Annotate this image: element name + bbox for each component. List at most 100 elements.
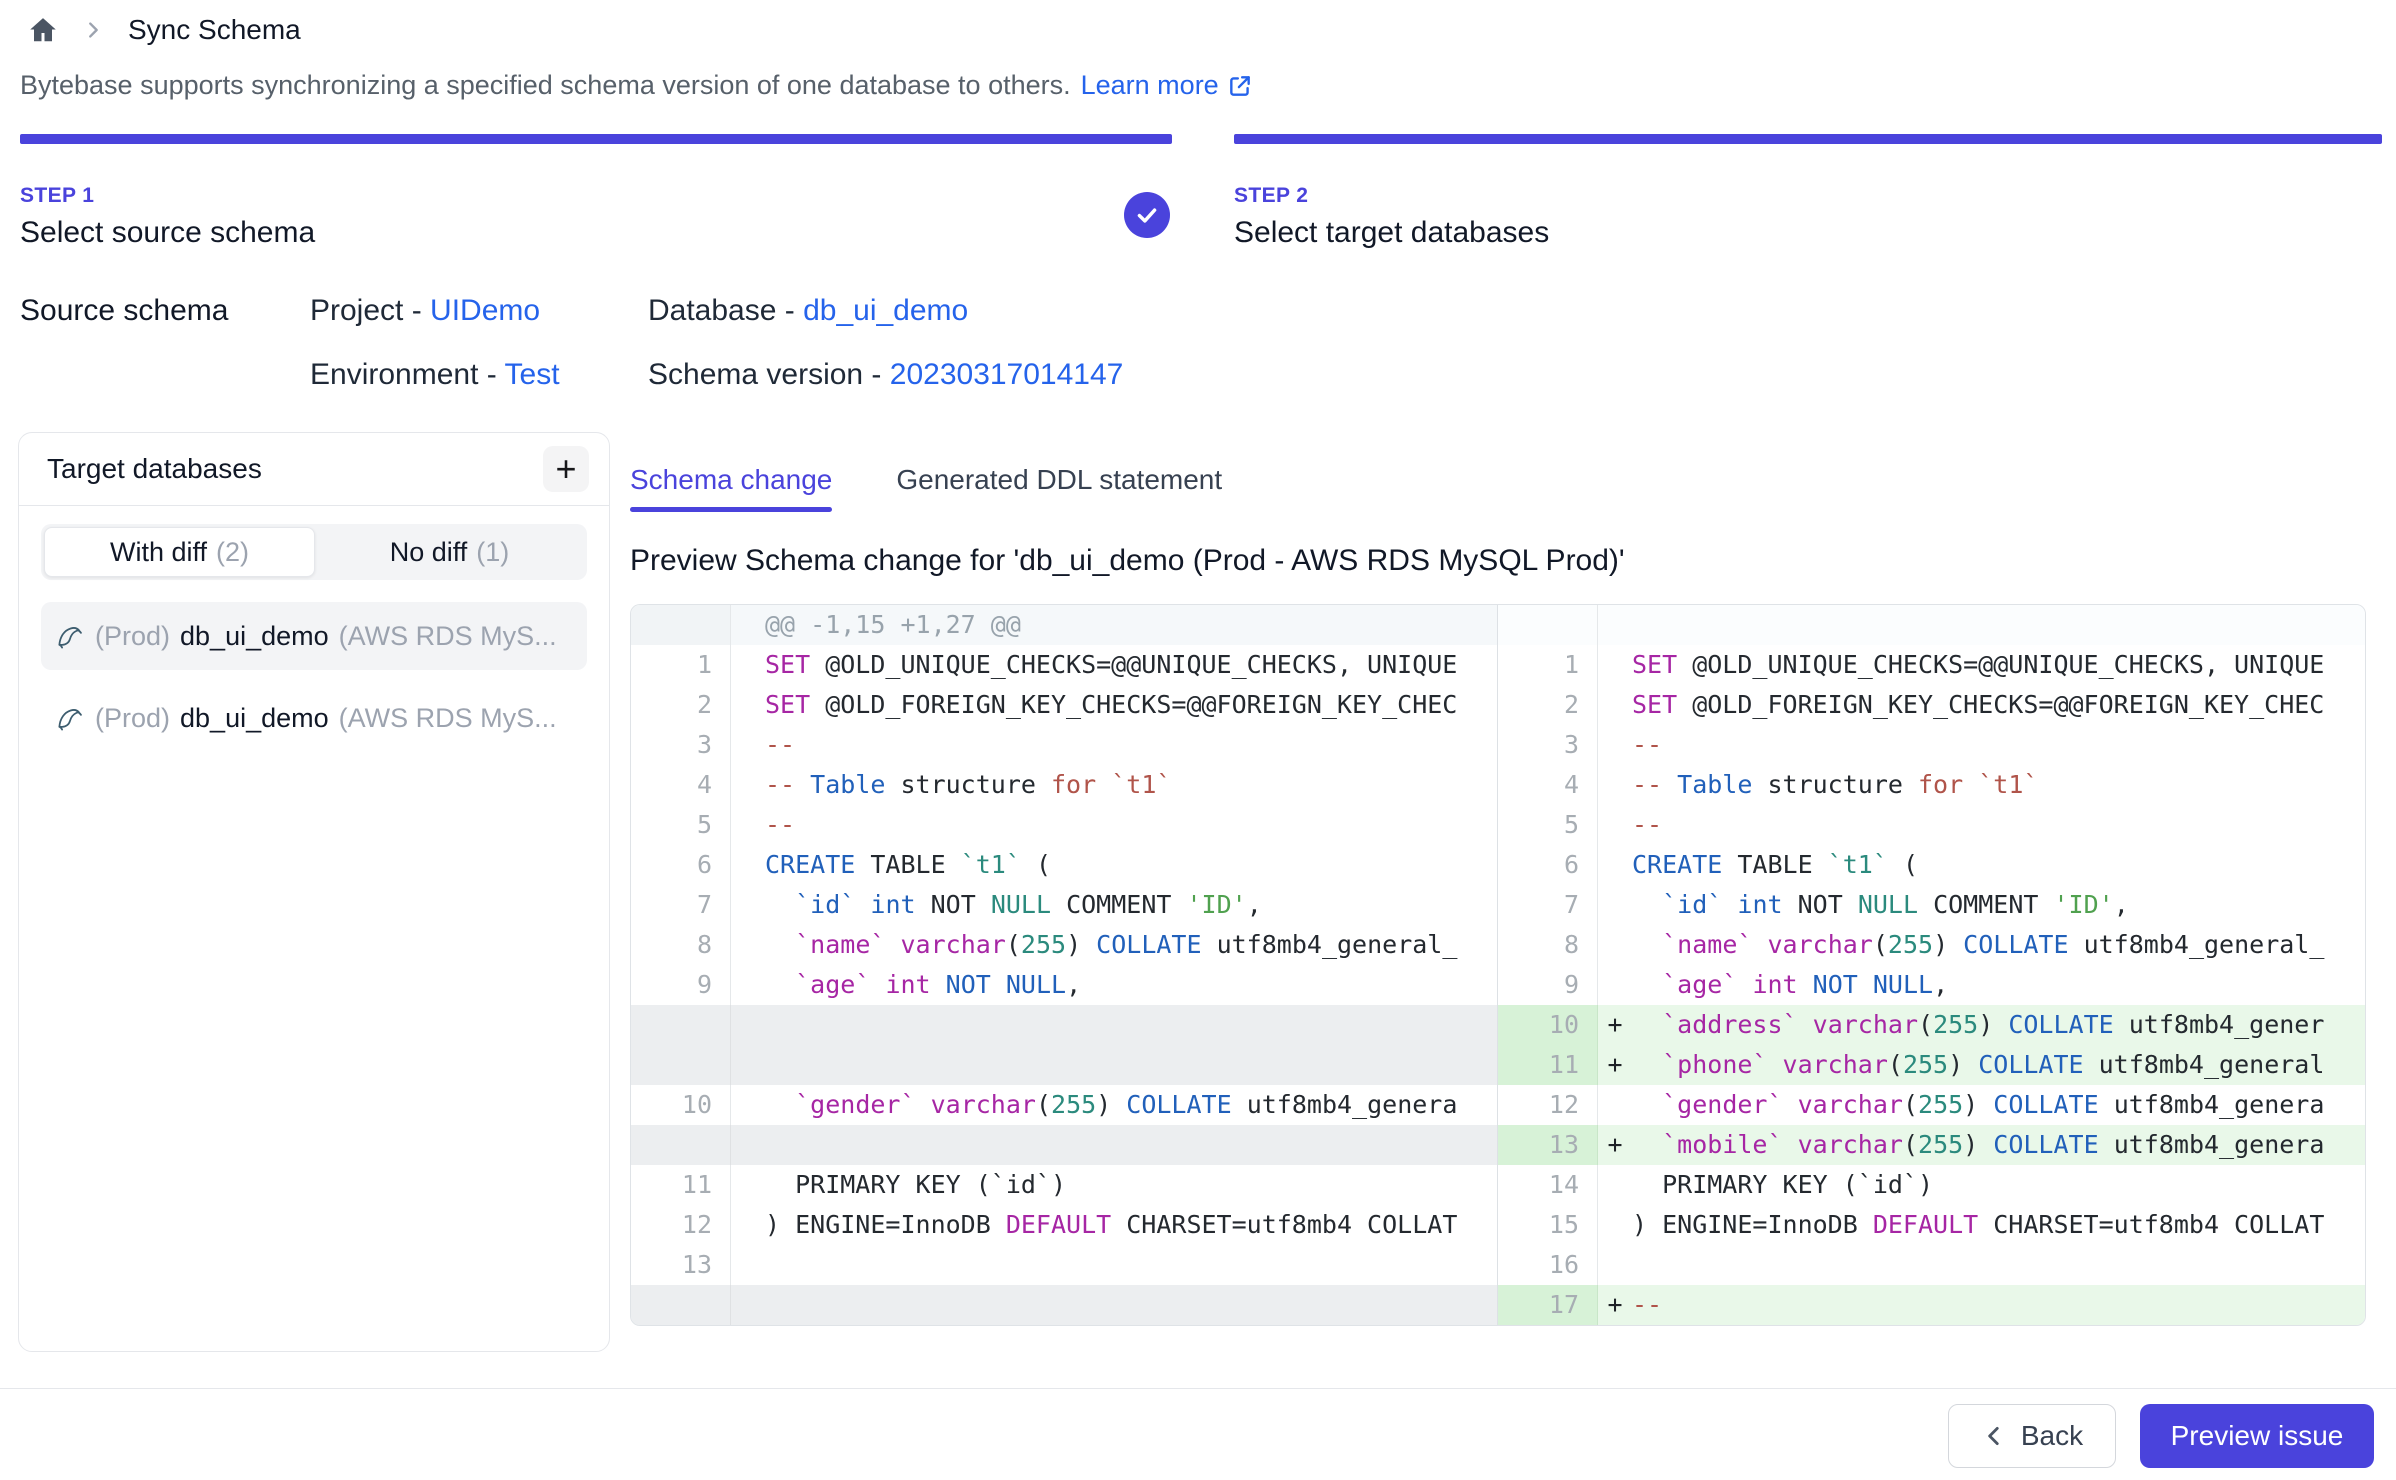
code-content <box>1598 605 2365 645</box>
step-1-title: Select source schema <box>20 216 1172 250</box>
step-2-label: STEP 2 <box>1234 184 2382 208</box>
code-content: CREATE TABLE `t1` ( <box>1598 845 2365 885</box>
code-content: + `mobile` varchar(255) COLLATE utf8mb4_… <box>1598 1125 2365 1165</box>
schema-version-link[interactable]: 20230317014147 <box>890 358 1124 391</box>
diff-line-left: 12) ENGINE=InnoDB DEFAULT CHARSET=utf8mb… <box>631 1205 1498 1245</box>
line-number: 11 <box>1498 1045 1598 1085</box>
learn-more-link[interactable]: Learn more <box>1081 70 1253 101</box>
line-number: 6 <box>631 845 731 885</box>
database-list-item[interactable]: (Prod) db_ui_demo (AWS RDS MyS... <box>41 602 587 670</box>
diff-row: @@ -1,15 +1,27 @@ <box>631 605 2365 645</box>
check-icon <box>1134 202 1160 228</box>
diff-row: 11+ `phone` varchar(255) COLLATE utf8mb4… <box>631 1045 2365 1085</box>
diff-marker: + <box>1598 1285 1632 1325</box>
target-databases-panel: Target databases + With diff (2) No diff… <box>18 432 610 1352</box>
code-content: `age` int NOT NULL, <box>731 965 1497 1005</box>
diff-marker <box>1598 885 1632 925</box>
diff-marker <box>731 685 765 725</box>
line-number: 4 <box>1498 765 1598 805</box>
intro-text: Bytebase supports synchronizing a specif… <box>20 70 1071 101</box>
home-icon[interactable] <box>28 15 58 45</box>
line-number: 12 <box>631 1205 731 1245</box>
diff-marker <box>1598 765 1632 805</box>
environment-link[interactable]: Test <box>505 358 560 391</box>
tab-with-diff[interactable]: With diff (2) <box>44 527 315 577</box>
add-database-button[interactable]: + <box>543 446 589 492</box>
code-content <box>731 1285 1497 1325</box>
diff-line-right: 2SET @OLD_FOREIGN_KEY_CHECKS=@@FOREIGN_K… <box>1498 685 2365 725</box>
diff-marker: + <box>1598 1125 1632 1165</box>
line-number: 14 <box>1498 1165 1598 1205</box>
environment-label: Environment - <box>310 358 505 391</box>
environment-field: Environment - Test <box>310 358 648 392</box>
code-content: PRIMARY KEY (`id`) <box>1598 1165 2365 1205</box>
line-number: 8 <box>631 925 731 965</box>
database-list-item[interactable]: (Prod) db_ui_demo (AWS RDS MyS... <box>41 684 587 752</box>
diff-marker <box>731 1285 765 1325</box>
diff-line-left: 10 `gender` varchar(255) COLLATE utf8mb4… <box>631 1085 1498 1125</box>
diff-row: 10+ `address` varchar(255) COLLATE utf8m… <box>631 1005 2365 1045</box>
code-content <box>731 1045 1497 1085</box>
line-number <box>631 1045 731 1085</box>
line-number: 6 <box>1498 845 1598 885</box>
database-env: (Prod) <box>95 703 170 734</box>
line-number: 5 <box>631 805 731 845</box>
diff-marker <box>731 1245 765 1285</box>
schema-version-label: Schema version - <box>648 358 890 391</box>
line-number: 8 <box>1498 925 1598 965</box>
step-indicator: STEP 1 Select source schema STEP 2 Selec… <box>20 134 2382 250</box>
code-content: SET @OLD_UNIQUE_CHECKS=@@UNIQUE_CHECKS, … <box>1598 645 2365 685</box>
code-content: `id` int NOT NULL COMMENT 'ID', <box>1598 885 2365 925</box>
project-label: Project - <box>310 294 430 327</box>
diff-marker <box>1598 805 1632 845</box>
preview-issue-button[interactable]: Preview issue <box>2140 1404 2374 1468</box>
tab-no-diff[interactable]: No diff (1) <box>315 527 584 577</box>
diff-line-right: 13+ `mobile` varchar(255) COLLATE utf8mb… <box>1498 1125 2365 1165</box>
code-content: -- <box>731 805 1497 845</box>
schema-preview-panel: Schema change Generated DDL statement Pr… <box>630 432 2366 1326</box>
diff-row: 7 `id` int NOT NULL COMMENT 'ID',7 `id` … <box>631 885 2365 925</box>
diff-row: 11 PRIMARY KEY (`id`)14 PRIMARY KEY (`id… <box>631 1165 2365 1205</box>
diff-row: 8 `name` varchar(255) COLLATE utf8mb4_ge… <box>631 925 2365 965</box>
project-link[interactable]: UIDemo <box>430 294 540 327</box>
line-number: 9 <box>631 965 731 1005</box>
schema-version-field: Schema version - 20230317014147 <box>648 358 1123 392</box>
diff-row: 6CREATE TABLE `t1` (6CREATE TABLE `t1` ( <box>631 845 2365 885</box>
back-button[interactable]: Back <box>1948 1404 2116 1468</box>
diff-marker <box>1598 1205 1632 1245</box>
diff-line-right: 10+ `address` varchar(255) COLLATE utf8m… <box>1498 1005 2365 1045</box>
diff-line-right: 7 `id` int NOT NULL COMMENT 'ID', <box>1498 885 2365 925</box>
diff-row: 2SET @OLD_FOREIGN_KEY_CHECKS=@@FOREIGN_K… <box>631 685 2365 725</box>
line-number: 1 <box>1498 645 1598 685</box>
tab-no-diff-count: (1) <box>476 537 509 568</box>
tab-schema-change[interactable]: Schema change <box>630 464 832 512</box>
diff-line-left: 8 `name` varchar(255) COLLATE utf8mb4_ge… <box>631 925 1498 965</box>
code-content: SET @OLD_UNIQUE_CHECKS=@@UNIQUE_CHECKS, … <box>731 645 1497 685</box>
diff-marker <box>1598 1165 1632 1205</box>
line-number: 15 <box>1498 1205 1598 1245</box>
diff-marker <box>731 925 765 965</box>
database-link[interactable]: db_ui_demo <box>803 294 968 327</box>
footer-divider <box>0 1388 2396 1389</box>
diff-marker <box>731 1125 765 1165</box>
database-name: db_ui_demo <box>180 621 329 652</box>
database-instance: (AWS RDS MyS... <box>339 703 557 734</box>
diff-line-left: 11 PRIMARY KEY (`id`) <box>631 1165 1498 1205</box>
diff-marker <box>1598 725 1632 765</box>
preview-heading: Preview Schema change for 'db_ui_demo (P… <box>630 544 2366 578</box>
diff-marker <box>731 1005 765 1045</box>
breadcrumb: Sync Schema <box>28 14 301 46</box>
line-number: 5 <box>1498 805 1598 845</box>
code-content: + `address` varchar(255) COLLATE utf8mb4… <box>1598 1005 2365 1045</box>
line-number: 4 <box>631 765 731 805</box>
code-content <box>731 1005 1497 1045</box>
diff-line-right: 9 `age` int NOT NULL, <box>1498 965 2365 1005</box>
diff-line-left: 7 `id` int NOT NULL COMMENT 'ID', <box>631 885 1498 925</box>
step-2-title: Select target databases <box>1234 216 2382 250</box>
tab-generated-ddl[interactable]: Generated DDL statement <box>896 464 1222 512</box>
line-number: 7 <box>631 885 731 925</box>
diff-line-right: 1SET @OLD_UNIQUE_CHECKS=@@UNIQUE_CHECKS,… <box>1498 645 2365 685</box>
diff-line-left <box>631 1045 1498 1085</box>
code-content: `id` int NOT NULL COMMENT 'ID', <box>731 885 1497 925</box>
diff-line-right: 14 PRIMARY KEY (`id`) <box>1498 1165 2365 1205</box>
